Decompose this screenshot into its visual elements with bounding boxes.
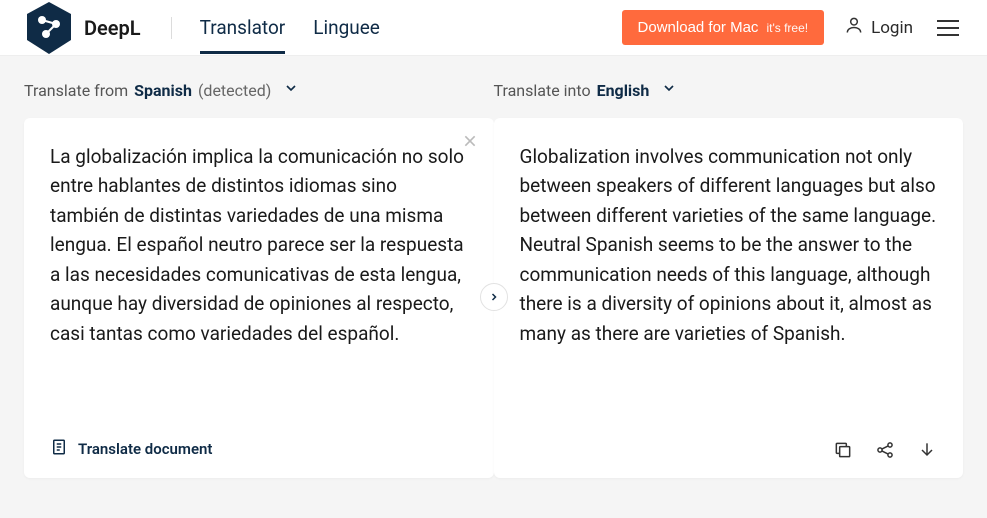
download-badge: it's free! <box>766 21 808 35</box>
target-language: English <box>597 81 650 100</box>
workspace: Translate from Spanish (detected) La glo… <box>0 56 987 502</box>
brand-name: DeepL <box>84 16 141 40</box>
login-label: Login <box>871 18 913 38</box>
copy-button[interactable] <box>833 440 853 460</box>
tab-translator[interactable]: Translator <box>200 2 286 53</box>
document-icon <box>50 438 68 460</box>
swap-languages-button[interactable] <box>480 283 508 311</box>
target-actions <box>520 440 938 460</box>
main-tabs: Translator Linguee <box>200 2 380 53</box>
header-divider <box>171 17 172 39</box>
source-detected: (detected) <box>198 81 271 100</box>
target-prefix: Translate into <box>494 81 591 100</box>
source-language-selector[interactable]: Translate from Spanish (detected) <box>24 80 494 100</box>
download-label: Download for Mac <box>638 19 759 36</box>
source-language: Spanish <box>134 81 192 100</box>
translate-document-label: Translate document <box>78 440 212 458</box>
download-button[interactable]: Download for Mac it's free! <box>622 10 825 45</box>
user-icon <box>844 15 864 40</box>
chevron-down-icon <box>661 80 677 100</box>
share-button[interactable] <box>875 440 895 460</box>
source-prefix: Translate from <box>24 81 128 100</box>
download-translation-button[interactable] <box>917 440 937 460</box>
login-button[interactable]: Login <box>844 15 913 40</box>
header-right: Download for Mac it's free! Login <box>622 10 963 45</box>
clear-source-button[interactable] <box>462 132 478 152</box>
tab-linguee[interactable]: Linguee <box>313 2 380 53</box>
logo-icon <box>24 0 74 56</box>
source-column: Translate from Spanish (detected) La glo… <box>24 80 494 478</box>
target-column: Translate into English Globalization inv… <box>494 80 964 478</box>
target-text-output[interactable]: Globalization involves communication not… <box>520 142 938 432</box>
target-card: Globalization involves communication not… <box>494 118 964 478</box>
chevron-down-icon <box>283 80 299 100</box>
menu-icon[interactable] <box>933 16 963 40</box>
target-language-selector[interactable]: Translate into English <box>494 80 964 100</box>
brand-logo[interactable]: DeepL <box>24 0 141 56</box>
app-header: DeepL Translator Linguee Download for Ma… <box>0 0 987 56</box>
translate-document-button[interactable]: Translate document <box>50 438 468 460</box>
source-card: La globalización implica la comunicación… <box>24 118 494 478</box>
source-text-input[interactable]: La globalización implica la comunicación… <box>50 142 468 430</box>
